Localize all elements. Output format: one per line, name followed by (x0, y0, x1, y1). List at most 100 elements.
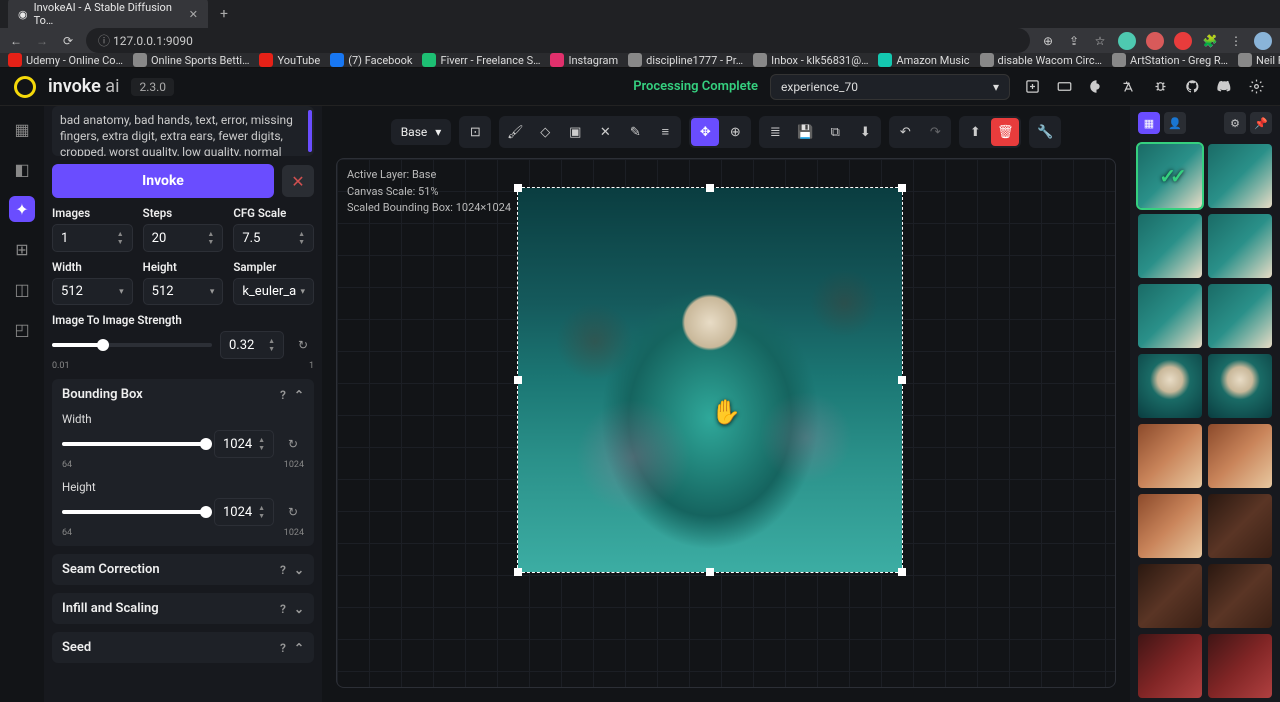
reset-icon[interactable]: ↻ (282, 505, 304, 519)
reset-icon[interactable]: ↻ (282, 437, 304, 451)
ext-icon-3[interactable] (1174, 32, 1192, 50)
resize-handle[interactable] (898, 184, 906, 192)
model-selector[interactable]: experience_70 ▾ (770, 74, 1010, 100)
extensions-icon[interactable]: 🧩 (1202, 34, 1218, 48)
tools-icon[interactable]: 🔧 (1031, 118, 1059, 146)
bookmark-item[interactable]: discipline1777 - Pr… (628, 53, 743, 67)
gallery-thumbnail[interactable] (1208, 634, 1272, 698)
canvas-viewport[interactable]: Active Layer: Base Canvas Scale: 51% Sca… (336, 158, 1116, 688)
resize-handle[interactable] (898, 376, 906, 384)
resize-handle[interactable] (514, 568, 522, 576)
bookmark-item[interactable]: Instagram (550, 53, 618, 67)
profile-avatar[interactable] (1254, 32, 1272, 50)
gallery-thumbnail[interactable] (1138, 424, 1202, 488)
bug-icon[interactable] (1150, 77, 1170, 97)
bookmark-star-icon[interactable]: ☆ (1092, 34, 1108, 48)
gallery-thumbnail[interactable] (1138, 564, 1202, 628)
bbox-width-slider[interactable] (62, 442, 206, 446)
nav-training-icon[interactable]: ◰ (9, 316, 35, 342)
ext-icon-1[interactable] (1118, 32, 1136, 50)
accordion-toggle[interactable]: Bounding Box ?⌃ (62, 387, 304, 402)
gallery-thumbnail[interactable] (1208, 144, 1272, 208)
upload-icon[interactable] (1022, 77, 1042, 97)
bookmark-item[interactable]: (7) Facebook (330, 53, 412, 67)
bookmark-item[interactable]: ArtStation - Greg R… (1112, 53, 1228, 67)
gallery-thumbnail[interactable] (1208, 564, 1272, 628)
nav-img2img-icon[interactable]: ◧ (9, 156, 35, 182)
bookmark-item[interactable]: YouTube (259, 53, 320, 67)
bookmark-item[interactable]: Amazon Music (878, 53, 969, 67)
gallery-thumbnail[interactable] (1208, 284, 1272, 348)
accordion-toggle[interactable]: Infill and Scaling?⌄ (62, 601, 304, 616)
fill-icon[interactable]: ▣ (561, 118, 589, 146)
bookmark-item[interactable]: Online Sports Betti… (133, 53, 250, 67)
move-tool-icon[interactable]: ✥ (691, 118, 719, 146)
github-icon[interactable] (1182, 77, 1202, 97)
undo-icon[interactable]: ↶ (891, 118, 919, 146)
bbox-height-input[interactable]: 1024▲▼ (214, 498, 274, 526)
gallery-pin-icon[interactable]: 📌 (1250, 112, 1272, 134)
gallery-thumbnail[interactable] (1138, 284, 1202, 348)
merge-icon[interactable]: ⊡ (461, 118, 489, 146)
clear-icon[interactable]: ✕ (591, 118, 619, 146)
steps-input[interactable]: 20▲▼ (143, 224, 224, 252)
discord-icon[interactable] (1214, 77, 1234, 97)
gallery-thumbnail[interactable] (1138, 354, 1202, 418)
reset-icon[interactable]: ↻ (292, 338, 314, 352)
nav-txt2img-icon[interactable]: ▦ (9, 116, 35, 142)
save-icon[interactable]: 💾 (791, 118, 819, 146)
upload-image-icon[interactable]: ⬆ (961, 118, 989, 146)
resize-handle[interactable] (514, 376, 522, 384)
gallery-thumbnail[interactable] (1138, 214, 1202, 278)
settings-icon[interactable] (1246, 77, 1266, 97)
colorpicker-icon[interactable]: ✎ (621, 118, 649, 146)
invoke-button[interactable]: Invoke (52, 164, 274, 198)
delete-icon[interactable]: 🗑 (991, 118, 1019, 146)
bbox-height-slider[interactable] (62, 510, 206, 514)
accordion-toggle[interactable]: Seam Correction?⌄ (62, 562, 304, 577)
reload-button[interactable]: ⟳ (60, 34, 76, 48)
resize-handle[interactable] (898, 568, 906, 576)
negative-prompt-textarea[interactable]: bad anatomy, bad hands, text, error, mis… (52, 106, 314, 156)
ext-icon-2[interactable] (1146, 32, 1164, 50)
gallery-user-icon[interactable]: 👤 (1164, 112, 1186, 134)
browser-tab-active[interactable]: ◉ InvokeAI - A Stable Diffusion To… ✕ (8, 0, 208, 31)
gallery-thumbnail[interactable] (1208, 214, 1272, 278)
help-icon[interactable]: ? (280, 602, 286, 616)
resize-handle[interactable] (706, 184, 714, 192)
help-icon[interactable]: ? (280, 563, 286, 577)
tab-close-icon[interactable]: ✕ (189, 8, 198, 21)
resize-handle[interactable] (514, 184, 522, 192)
bbox-width-input[interactable]: 1024▲▼ (214, 430, 274, 458)
accordion-toggle[interactable]: Seed?⌃ (62, 640, 304, 655)
new-tab-button[interactable]: + (212, 6, 236, 22)
url-input[interactable]: ⓘ 127.0.0.1:9090 (86, 28, 1030, 53)
gallery-thumbnail[interactable] (1138, 634, 1202, 698)
reset-view-icon[interactable]: ⊕ (721, 118, 749, 146)
gallery-grid-icon[interactable]: ▦ (1138, 112, 1160, 134)
i2i-slider[interactable] (52, 343, 212, 347)
share-icon[interactable]: ⇪ (1066, 34, 1082, 48)
gallery-thumbnail[interactable] (1138, 144, 1202, 208)
layers-icon[interactable]: ≣ (761, 118, 789, 146)
cfg-input[interactable]: 7.5▲▼ (233, 224, 314, 252)
help-icon[interactable]: ? (280, 388, 286, 402)
layer-dropdown[interactable]: Base▾ (391, 119, 452, 145)
keyboard-icon[interactable] (1054, 77, 1074, 97)
eraser-icon[interactable]: ◇ (531, 118, 559, 146)
bookmark-item[interactable]: disable Wacom Circ… (980, 53, 1103, 67)
bookmark-item[interactable]: Inbox - klk56831@… (753, 53, 868, 67)
language-icon[interactable] (1118, 77, 1138, 97)
theme-icon[interactable] (1086, 77, 1106, 97)
nav-postprocess-icon[interactable]: ◫ (9, 276, 35, 302)
redo-icon[interactable]: ↷ (921, 118, 949, 146)
settings-lines-icon[interactable]: ≡ (651, 118, 679, 146)
stepper-icon[interactable]: ▲▼ (298, 230, 305, 246)
width-select[interactable]: 512▾ (52, 278, 133, 305)
sampler-select[interactable]: k_euler_a▾ (233, 278, 314, 305)
cancel-button[interactable]: ✕ (282, 165, 314, 197)
bounding-box[interactable] (517, 187, 903, 573)
back-button[interactable]: ← (8, 34, 24, 48)
help-icon[interactable]: ? (280, 641, 286, 655)
height-select[interactable]: 512▾ (143, 278, 224, 305)
